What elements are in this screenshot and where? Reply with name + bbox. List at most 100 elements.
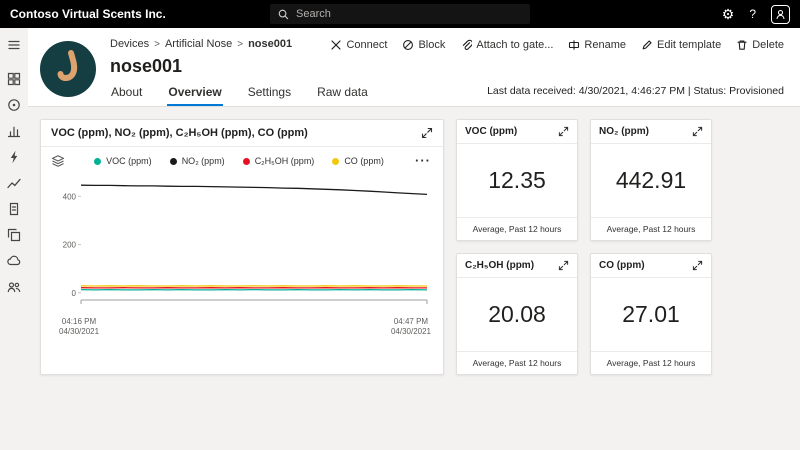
search-icon	[278, 9, 289, 19]
administration-icon[interactable]	[6, 279, 22, 295]
device-toolbar: Connect Block Attach to gate... Rename E…	[330, 38, 784, 51]
expand-c2h5oh-button[interactable]	[558, 260, 569, 271]
kpi-value-no2: 442.91	[615, 167, 687, 193]
status-line: Last data received: 4/30/2021, 4:46:27 P…	[487, 85, 784, 97]
tab-about[interactable]: About	[110, 78, 143, 106]
chart-title: VOC (ppm), NO₂ (ppm), C₂H₅OH (ppm), CO (…	[51, 127, 308, 139]
breadcrumb: Devices > Artificial Nose > nose001	[110, 38, 292, 50]
legend-dot-co	[332, 157, 340, 165]
edit-template-icon	[642, 40, 652, 50]
kpi-value-c2h5oh: 20.08	[488, 301, 546, 327]
kpi-card-c2h5oh: C₂H₅OH (ppm) 20.08 Average, Past 12 hour…	[456, 253, 578, 375]
page-title: nose001	[110, 56, 183, 76]
analytics-icon[interactable]	[6, 175, 22, 191]
breadcrumb-artificial-nose[interactable]: Artificial Nose	[165, 38, 232, 50]
expand-no2-button[interactable]	[692, 126, 703, 137]
delete-button[interactable]: Delete	[736, 39, 784, 51]
block-label: Block	[418, 39, 446, 51]
x-axis-end-label: 04:47 PM 04/30/2021	[390, 317, 431, 337]
chart-legend: VOC (ppm) NO₂ (ppm) C₂H₅OH (ppm) CO (ppm…	[73, 156, 405, 166]
rename-label: Rename	[584, 39, 626, 51]
telemetry-chart: 0 200 400	[41, 171, 443, 316]
device-tabs: About Overview Settings Raw data	[110, 78, 369, 106]
edit-template-button[interactable]: Edit template	[641, 39, 721, 51]
legend-dot-no2	[169, 157, 177, 165]
legend-item-no2[interactable]: NO₂ (ppm)	[169, 156, 225, 166]
device-header: Devices > Artificial Nose > nose001 Conn…	[28, 28, 800, 107]
help-icon[interactable]: ?	[749, 7, 756, 21]
legend-item-voc[interactable]: VOC (ppm)	[94, 156, 152, 166]
legend-item-c2h5oh[interactable]: C₂H₅OH (ppm)	[242, 156, 314, 166]
kpi-card-no2: NO₂ (ppm) 442.91 Average, Past 12 hours	[590, 119, 712, 241]
attach-to-gateway-label: Attach to gate...	[476, 39, 554, 51]
expand-icon	[692, 260, 703, 271]
breadcrumb-devices[interactable]: Devices	[110, 38, 149, 50]
layers-icon[interactable]	[51, 154, 65, 168]
kpi-subtitle-co: Average, Past 12 hours	[591, 351, 711, 374]
legend-dot-voc	[94, 157, 102, 165]
left-nav	[0, 28, 28, 450]
dashboard-icon[interactable]	[6, 71, 22, 87]
nose-icon	[40, 41, 96, 97]
breadcrumb-current: nose001	[248, 38, 293, 50]
expand-icon	[558, 126, 569, 137]
expand-icon	[558, 260, 569, 271]
tab-overview[interactable]: Overview	[167, 78, 224, 106]
expand-icon	[421, 127, 433, 139]
block-button[interactable]: Block	[402, 39, 445, 51]
kpi-title-c2h5oh: C₂H₅OH (ppm)	[465, 260, 535, 271]
legend-dot-c2h5oh	[242, 157, 250, 165]
legend-item-co[interactable]: CO (ppm)	[332, 156, 384, 166]
overview-dashboard: VOC (ppm), NO₂ (ppm), C₂H₅OH (ppm), CO (…	[28, 107, 800, 450]
kpi-card-co: CO (ppm) 27.01 Average, Past 12 hours	[590, 253, 712, 375]
kpi-subtitle-voc: Average, Past 12 hours	[457, 217, 577, 240]
device-groups-icon[interactable]	[6, 123, 22, 139]
rename-icon	[569, 40, 580, 50]
device-templates-icon[interactable]	[6, 227, 22, 243]
rules-icon[interactable]	[6, 149, 22, 165]
gear-icon[interactable]: ⚙	[722, 7, 735, 21]
data-export-icon[interactable]	[6, 253, 22, 269]
kpi-grid: VOC (ppm) 12.35 Average, Past 12 hours N…	[456, 119, 712, 375]
attach-to-gateway-button[interactable]: Attach to gate...	[460, 39, 553, 51]
telemetry-chart-card: VOC (ppm), NO₂ (ppm), C₂H₅OH (ppm), CO (…	[40, 119, 444, 375]
kpi-subtitle-no2: Average, Past 12 hours	[591, 217, 711, 240]
connect-button[interactable]: Connect	[330, 39, 387, 51]
connect-label: Connect	[346, 39, 388, 51]
devices-icon[interactable]	[6, 97, 22, 113]
breadcrumb-separator: >	[237, 38, 244, 50]
expand-co-button[interactable]	[692, 260, 703, 271]
user-avatar-button[interactable]	[771, 4, 790, 24]
tab-raw-data[interactable]: Raw data	[316, 78, 369, 106]
device-avatar	[40, 41, 96, 97]
svg-text:400: 400	[63, 192, 77, 201]
delete-label: Delete	[752, 39, 784, 51]
kpi-value-voc: 12.35	[488, 167, 546, 193]
connect-icon	[331, 40, 342, 50]
tab-settings[interactable]: Settings	[247, 78, 292, 106]
kpi-title-voc: VOC (ppm)	[465, 126, 518, 137]
breadcrumb-separator: >	[154, 38, 160, 50]
kpi-value-co: 27.01	[622, 301, 680, 327]
x-axis-start-label: 04:16 PM 04/30/2021	[59, 317, 100, 337]
edit-template-label: Edit template	[657, 39, 722, 51]
delete-icon	[737, 40, 747, 50]
kpi-subtitle-c2h5oh: Average, Past 12 hours	[457, 351, 577, 374]
expand-voc-button[interactable]	[558, 126, 569, 137]
search-input[interactable]	[296, 8, 523, 20]
user-icon	[776, 9, 785, 19]
more-options-button[interactable]: ···	[413, 154, 433, 167]
kpi-title-co: CO (ppm)	[599, 260, 645, 271]
jobs-icon[interactable]	[6, 201, 22, 217]
expand-chart-button[interactable]	[421, 127, 433, 139]
svg-text:0: 0	[72, 289, 77, 298]
svg-text:200: 200	[63, 241, 77, 250]
kpi-title-no2: NO₂ (ppm)	[599, 126, 649, 137]
top-bar: Contoso Virtual Scents Inc. ⚙ ?	[0, 0, 800, 28]
expand-icon	[692, 126, 703, 137]
rename-button[interactable]: Rename	[568, 39, 626, 51]
block-icon	[403, 40, 414, 50]
menu-icon[interactable]	[6, 37, 22, 53]
app-title: Contoso Virtual Scents Inc.	[10, 7, 166, 21]
global-search[interactable]	[270, 4, 530, 24]
